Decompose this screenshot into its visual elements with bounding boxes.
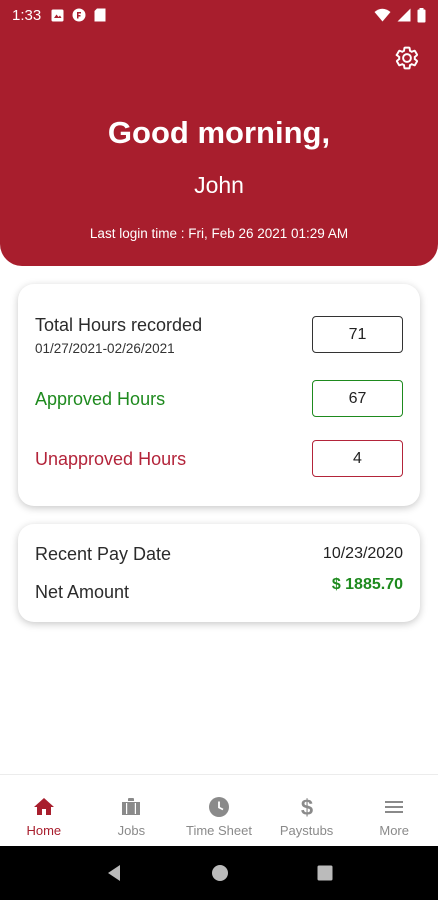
unapproved-hours-value[interactable]: 4 — [312, 440, 403, 477]
nav-more[interactable]: More — [350, 775, 438, 846]
briefcase-icon — [122, 798, 141, 815]
notification-icons — [51, 8, 106, 22]
nav-time-sheet[interactable]: Time Sheet — [175, 775, 263, 846]
notification-image-icon — [51, 9, 64, 21]
bottom-navigation: Home Jobs Time Sheet $ Paystubs More — [0, 774, 438, 846]
net-amount-label: Net Amount — [35, 582, 130, 602]
clock-icon — [208, 797, 229, 817]
total-hours-label: Total Hours recorded — [35, 315, 203, 335]
pay-summary-card[interactable]: Recent Pay Date 10/23/2020 Net Amount $ … — [18, 524, 420, 622]
greeting-text: Good morning, — [107, 115, 331, 150]
nav-jobs[interactable]: Jobs — [88, 775, 176, 846]
nav-time-sheet-label: Time Sheet — [185, 823, 252, 838]
approved-hours-value[interactable]: 67 — [312, 380, 403, 417]
total-hours-value: 71 — [312, 316, 403, 353]
recent-pay-date-label: Recent Pay Date — [35, 544, 172, 564]
dollar-icon: $ — [300, 795, 312, 819]
back-icon[interactable] — [105, 864, 123, 882]
battery-icon — [417, 7, 426, 22]
approved-hours-label[interactable]: Approved Hours — [35, 389, 165, 410]
app-screen: 1:33 Good morning, John Last login time … — [0, 0, 438, 900]
hours-summary-card: Total Hours recorded 01/27/2021-02/26/20… — [18, 284, 420, 506]
home-circle-icon[interactable] — [211, 864, 229, 882]
nav-more-label: More — [379, 823, 409, 838]
home-icon — [33, 798, 54, 815]
notification-app-icon — [72, 8, 86, 22]
status-bar: 1:33 — [0, 0, 438, 30]
nav-paystubs[interactable]: $ Paystubs — [263, 775, 351, 846]
settings-gear-icon[interactable] — [394, 45, 420, 71]
nav-jobs-label: Jobs — [117, 823, 146, 838]
last-login-time: Last login time : Fri, Feb 26 2021 01:29… — [89, 226, 349, 241]
user-name: John — [194, 172, 244, 198]
menu-icon — [385, 801, 404, 813]
system-status-icons — [374, 7, 426, 23]
wifi-icon — [374, 8, 391, 22]
sd-card-icon — [94, 8, 106, 22]
date-range: 01/27/2021-02/26/2021 — [35, 341, 175, 356]
nav-home[interactable]: Home — [0, 775, 88, 846]
svg-text:$: $ — [300, 795, 312, 819]
nav-home-label: Home — [26, 823, 62, 838]
net-amount-value: $ 1885.70 — [331, 576, 403, 593]
recents-icon[interactable] — [317, 865, 333, 881]
system-navigation-bar — [0, 846, 438, 900]
signal-icon — [397, 8, 411, 22]
status-time: 1:33 — [12, 6, 42, 24]
header-banner: 1:33 Good morning, John Last login time … — [0, 0, 438, 266]
nav-paystubs-label: Paystubs — [279, 823, 334, 838]
unapproved-hours-label[interactable]: Unapproved Hours — [35, 449, 186, 470]
recent-pay-date-value: 10/23/2020 — [322, 545, 403, 562]
